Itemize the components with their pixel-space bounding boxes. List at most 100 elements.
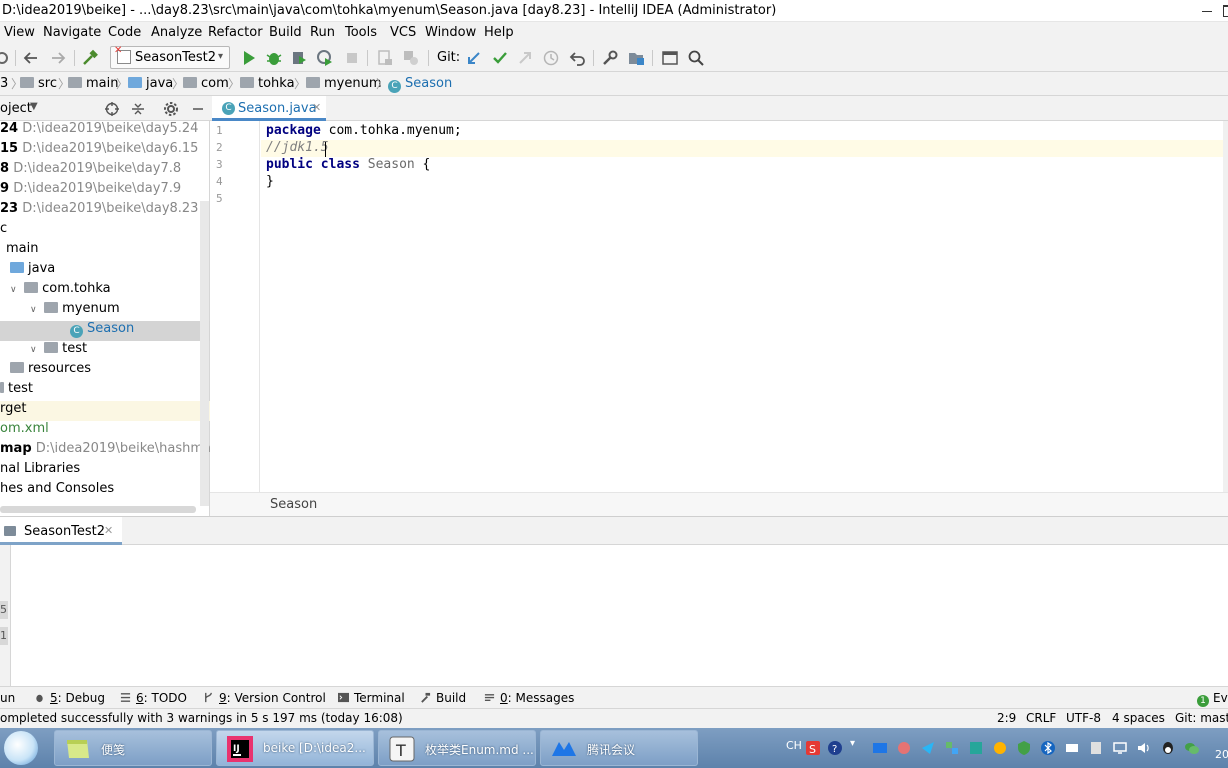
run-console-output[interactable] (12, 545, 1228, 687)
tree-row[interactable]: main (6, 241, 206, 261)
menu-refactor[interactable]: Refactor (208, 25, 263, 40)
run-side-button[interactable]: 5 (0, 601, 8, 619)
profiler-icon[interactable] (316, 49, 334, 67)
gear-icon[interactable] (163, 101, 179, 117)
wechat-icon[interactable] (1184, 740, 1200, 756)
taskbar-item-tencent-meeting[interactable]: 腾讯会议 (540, 730, 698, 766)
tree-row[interactable]: 24 D:\idea2019\beike\day5.24 (0, 121, 200, 141)
tab-season-java[interactable]: C Season.java ✕ (212, 96, 326, 121)
tree-row[interactable]: 9 D:\idea2019\beike\day7.9 (0, 181, 200, 201)
tool-build[interactable]: Build (420, 691, 466, 705)
tray-app-icon[interactable] (944, 740, 960, 756)
tray-app-icon[interactable] (896, 740, 912, 756)
menu-tools[interactable]: Tools (345, 25, 377, 40)
run-icon[interactable] (240, 49, 258, 67)
indent-setting[interactable]: 4 spaces (1112, 711, 1165, 725)
tool-version-control[interactable]: 9: Version Control (203, 691, 326, 705)
tray-app-icon[interactable] (1088, 740, 1104, 756)
menu-help[interactable]: Help (484, 25, 514, 40)
close-icon[interactable]: ✕ (104, 524, 113, 537)
tray-app-icon[interactable] (968, 740, 984, 756)
git-push-icon[interactable] (516, 49, 534, 67)
breadcrumb-tohka[interactable]: tohka (240, 76, 295, 91)
collapse-all-icon[interactable] (130, 101, 146, 117)
tree-row[interactable]: ∨ com.tohka (10, 281, 210, 301)
menu-run[interactable]: Run (310, 25, 335, 40)
tree-row[interactable]: c (0, 221, 200, 241)
menu-build[interactable]: Build (269, 25, 302, 40)
chevron-down-icon[interactable]: ▼ (30, 101, 38, 112)
volume-icon[interactable] (1136, 740, 1152, 756)
run-with-coverage-icon[interactable] (290, 49, 308, 67)
presentation-icon[interactable] (661, 49, 679, 67)
chevron-down-icon[interactable]: ∨ (10, 285, 20, 295)
code-editor-area[interactable]: package com.tohka.myenum; //jdk1.5 publi… (261, 121, 1227, 492)
project-view-select[interactable]: oject (0, 101, 32, 116)
tree-row[interactable]: resources (10, 361, 210, 381)
tool-terminal[interactable]: Terminal (338, 691, 405, 705)
security-shield-icon[interactable] (1016, 740, 1032, 756)
git-update-icon[interactable] (465, 49, 483, 67)
tool-event-log[interactable]: 1Eve (1197, 691, 1228, 707)
input-language-indicator[interactable]: CH (786, 739, 802, 752)
breadcrumb-main[interactable]: main (68, 76, 118, 91)
network-icon[interactable] (1112, 740, 1128, 756)
file-encoding[interactable]: UTF-8 (1066, 711, 1101, 725)
menu-window[interactable]: Window (425, 25, 476, 40)
tray-app-icon[interactable] (992, 740, 1008, 756)
project-horizontal-scrollbar[interactable] (0, 506, 196, 513)
start-button[interactable] (4, 731, 38, 765)
close-icon[interactable]: ✕ (312, 101, 321, 114)
build-hammer-icon[interactable] (81, 49, 99, 67)
breadcrumb-season[interactable]: C Season (388, 76, 452, 93)
project-structure-icon[interactable] (627, 49, 645, 67)
editor-vertical-scrollbar[interactable] (1223, 121, 1228, 492)
editor-breadcrumb-item[interactable]: Season (270, 497, 317, 512)
maximize-icon[interactable] (1218, 2, 1228, 18)
caret-position[interactable]: 2:9 (997, 711, 1016, 725)
breadcrumb-com[interactable]: com (183, 76, 229, 91)
status-message[interactable]: ompleted successfully with 3 warnings in… (0, 711, 403, 725)
minimize-icon[interactable] (1196, 2, 1218, 18)
breadcrumb-java[interactable]: java (128, 76, 173, 91)
run-side-button[interactable]: 1 (0, 627, 8, 645)
run-configuration-select[interactable]: SeasonTest2 ▾ (110, 45, 230, 69)
debug-icon[interactable] (265, 49, 283, 67)
menu-code[interactable]: Code (108, 25, 141, 40)
help-icon[interactable]: ? (827, 740, 843, 756)
breadcrumb-myenum[interactable]: myenum (306, 76, 382, 91)
taskbar-item-typora[interactable]: T 枚举类Enum.md ... (378, 730, 536, 766)
tool-todo[interactable]: 6: TODO (120, 691, 187, 705)
locate-crosshair-icon[interactable] (104, 101, 120, 117)
breadcrumb-root[interactable]: 3 (0, 76, 8, 91)
menu-view[interactable]: View (4, 25, 35, 40)
chevron-down-icon[interactable]: ∨ (30, 305, 40, 315)
sogou-ime-icon[interactable]: S (805, 740, 821, 756)
line-separator[interactable]: CRLF (1026, 711, 1056, 725)
tree-row[interactable]: hes and Consoles (0, 481, 200, 501)
coverage-icon[interactable] (402, 49, 420, 67)
taskbar-item-sticky-notes[interactable]: 便笺 (54, 730, 212, 766)
menu-analyze[interactable]: Analyze (151, 25, 202, 40)
menu-vcs[interactable]: VCS (390, 25, 416, 40)
hide-panel-icon[interactable] (190, 101, 206, 117)
git-branch[interactable]: Git: maste (1175, 711, 1228, 725)
menu-navigate[interactable]: Navigate (43, 25, 101, 40)
history-clock-icon[interactable] (542, 49, 560, 67)
tree-row[interactable]: om.xml (0, 421, 200, 441)
tool-run[interactable]: un (0, 691, 15, 705)
tree-row[interactable]: java (10, 261, 210, 281)
tree-row[interactable]: 8 D:\idea2019\beike\day7.8 (0, 161, 200, 181)
tool-debug[interactable]: 5: Debug (34, 691, 105, 705)
taskbar-item-intellij[interactable]: IJ beike [D:\idea2... (216, 730, 374, 766)
tree-row-selected[interactable]: C Season (0, 321, 210, 341)
git-commit-check-icon[interactable] (491, 49, 509, 67)
qq-icon[interactable] (1160, 740, 1176, 756)
chevron-down-icon[interactable]: ∨ (30, 345, 40, 355)
tray-app-icon[interactable] (1064, 740, 1080, 756)
settings-wrench-icon[interactable] (601, 49, 619, 67)
tray-app-icon[interactable] (872, 740, 888, 756)
tree-row[interactable]: nal Libraries (0, 461, 200, 481)
bluetooth-icon[interactable] (1040, 740, 1056, 756)
rollback-icon[interactable] (569, 49, 587, 67)
